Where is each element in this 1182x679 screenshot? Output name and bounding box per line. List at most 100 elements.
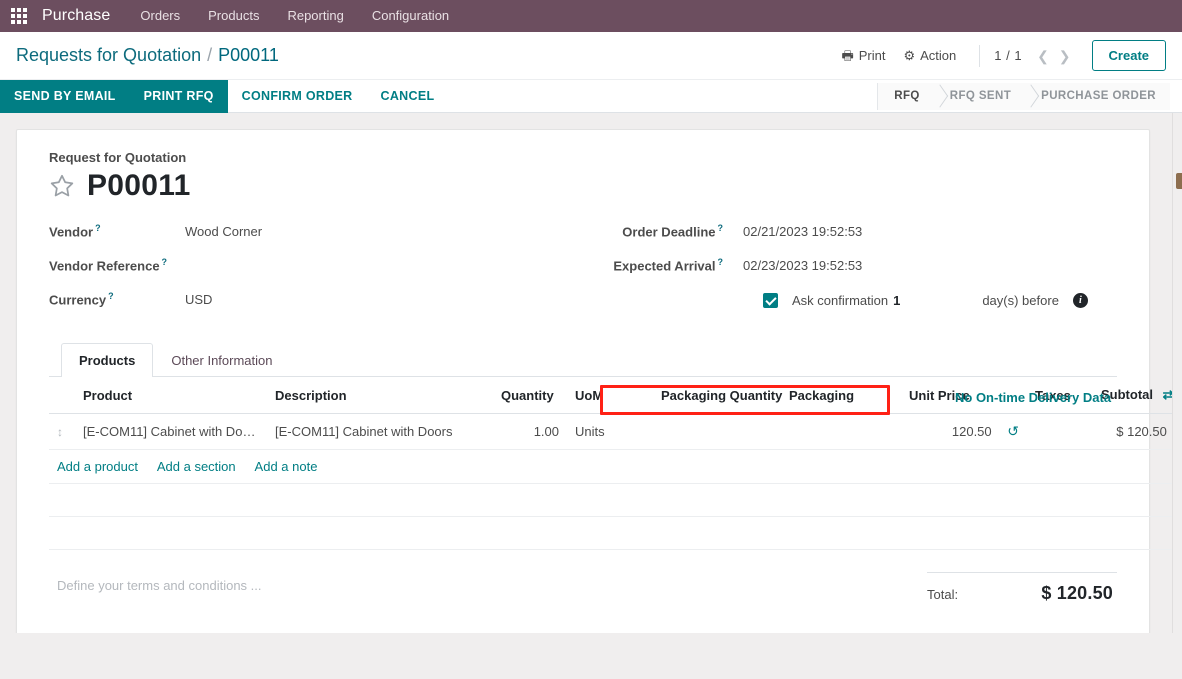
pager-previous-icon[interactable]: ❮: [1032, 49, 1054, 63]
notebook: Products Other Information Product Descr…: [49, 343, 1182, 550]
total-label: Total:: [927, 587, 959, 602]
field-currency: Currency? USD: [49, 291, 599, 325]
total-row: Total: $ 120.50: [927, 581, 1117, 606]
field-expected-arrival-value[interactable]: 02/23/2023 19:52:53: [743, 258, 862, 273]
form-fields-grid: Vendor? Wood Corner Vendor Reference? Cu…: [49, 223, 1117, 325]
tab-other-information[interactable]: Other Information: [153, 343, 290, 377]
field-currency-value[interactable]: USD: [185, 292, 212, 307]
help-icon-vendor[interactable]: ?: [95, 223, 101, 233]
cell-packaging-quantity[interactable]: [653, 413, 781, 450]
field-order-deadline-label: Order Deadline?: [622, 223, 724, 240]
cell-packaging[interactable]: [781, 413, 901, 450]
drag-handle-icon[interactable]: ↕: [49, 413, 75, 450]
col-description[interactable]: Description: [267, 377, 493, 414]
add-a-product-link[interactable]: Add a product: [57, 459, 138, 474]
print-rfq-button[interactable]: PRINT RFQ: [129, 79, 228, 113]
col-product[interactable]: Product: [75, 377, 267, 414]
form-left-column: Vendor? Wood Corner Vendor Reference? Cu…: [49, 223, 599, 325]
page-title: P00011: [87, 169, 191, 202]
add-a-section-link[interactable]: Add a section: [157, 459, 236, 474]
nav-menu-products[interactable]: Products: [194, 0, 273, 32]
nav-menu-reporting[interactable]: Reporting: [273, 0, 357, 32]
ask-confirmation-days-value[interactable]: 1: [893, 293, 900, 308]
tab-products[interactable]: Products: [61, 343, 154, 377]
add-links-cell: Add a product Add a section Add a note: [49, 449, 1182, 484]
form-right-column: Order Deadline? 02/21/2023 19:52:53 Expe…: [599, 223, 1117, 325]
cell-subtotal: $ 120.50 🗑: [1093, 413, 1182, 450]
print-button[interactable]: 🖶 Print: [832, 44, 894, 67]
field-order-deadline-value[interactable]: 02/21/2023 19:52:53: [743, 224, 862, 239]
breadcrumb-separator: /: [207, 45, 213, 65]
field-vendor-label: Vendor?: [49, 223, 101, 240]
ask-confirmation-label[interactable]: Ask confirmation: [792, 293, 888, 308]
pager-next-icon[interactable]: ❯: [1054, 49, 1076, 63]
nav-menu-configuration[interactable]: Configuration: [358, 0, 463, 32]
printer-icon: 🖶: [841, 48, 854, 63]
gear-icon: ⚙: [903, 48, 916, 63]
cell-quantity[interactable]: 1.00: [493, 413, 567, 450]
total-amount: $ 120.50: [1041, 583, 1113, 603]
cell-product[interactable]: [E-COM11] Cabinet with Doors: [75, 413, 267, 450]
page-bottom-area: [0, 633, 1182, 673]
record-sheet: Request for Quotation P00011 Vendor? Woo…: [16, 129, 1182, 647]
chatter-strip: [1172, 113, 1182, 673]
cancel-button[interactable]: CANCEL: [367, 80, 449, 113]
add-links-row: Add a product Add a section Add a note: [49, 449, 1182, 484]
breadcrumb-parent-link[interactable]: Requests for Quotation: [16, 45, 201, 66]
create-button[interactable]: Create: [1091, 40, 1166, 71]
col-uom[interactable]: UoM: [567, 377, 653, 414]
confirm-order-button[interactable]: CONFIRM ORDER: [228, 80, 367, 113]
field-order-deadline: Order Deadline? 02/21/2023 19:52:53: [613, 223, 1117, 257]
cell-taxes[interactable]: [1027, 413, 1093, 450]
cell-unit-price[interactable]: 120.50 ↺: [901, 413, 1027, 450]
pager: 1 / 1 ❮ ❯: [994, 48, 1075, 63]
form-view-container: Request for Quotation P00011 Vendor? Woo…: [0, 113, 1182, 673]
totals-block: Total: $ 120.50: [927, 572, 1117, 606]
field-vendor-reference-label: Vendor Reference?: [49, 257, 168, 274]
col-packaging[interactable]: Packaging: [781, 377, 901, 414]
avatar[interactable]: [1176, 173, 1182, 189]
help-icon-vendor-reference[interactable]: ?: [162, 257, 168, 267]
history-icon[interactable]: ↺: [1007, 423, 1019, 440]
help-icon-expected-arrival[interactable]: ?: [718, 257, 724, 267]
sheet-footer: Define your terms and conditions ... Tot…: [49, 572, 1117, 606]
cell-uom[interactable]: Units: [567, 413, 653, 450]
status-stage-rfq-sent[interactable]: RFQ SENT: [933, 82, 1026, 110]
nav-menu-orders[interactable]: Orders: [126, 0, 194, 32]
help-icon-order-deadline[interactable]: ?: [718, 223, 724, 233]
col-quantity[interactable]: Quantity: [493, 377, 567, 414]
info-circle-icon[interactable]: i: [1072, 293, 1088, 308]
on-time-delivery-status[interactable]: No On-time Delivery Data: [955, 390, 1111, 405]
print-label: Print: [858, 48, 886, 63]
star-outline-icon[interactable]: [49, 173, 75, 199]
app-brand-purchase[interactable]: Purchase: [38, 7, 126, 25]
breadcrumb: Requests for Quotation / P00011: [16, 45, 279, 66]
control-panel: Requests for Quotation / P00011 🖶 Print …: [0, 32, 1182, 113]
table-row[interactable]: ↕ [E-COM11] Cabinet with Doors [E-COM11]…: [49, 413, 1182, 450]
apps-grid-icon[interactable]: [6, 3, 32, 29]
add-a-note-link[interactable]: Add a note: [255, 459, 318, 474]
totals-separator: [927, 572, 1117, 573]
status-stage-purchase-order[interactable]: PURCHASE ORDER: [1025, 82, 1170, 110]
top-navbar: Purchase Orders Products Reporting Confi…: [0, 0, 1182, 32]
table-empty-row: [49, 516, 1182, 550]
field-vendor-value[interactable]: Wood Corner: [185, 224, 262, 239]
terms-and-conditions-input[interactable]: Define your terms and conditions ...: [49, 572, 270, 599]
pager-value: 1 / 1: [994, 48, 1023, 63]
notebook-tabs: Products Other Information: [49, 343, 1117, 377]
col-packaging-quantity[interactable]: Packaging Quantity: [653, 377, 782, 414]
table-empty-row: [49, 483, 1182, 517]
statusbar-buttons: SEND BY EMAIL PRINT RFQ CONFIRM ORDER CA…: [0, 79, 449, 113]
ask-confirmation-checkbox[interactable]: [763, 293, 778, 308]
field-expected-arrival-label: Expected Arrival?: [613, 257, 724, 274]
form-subtitle: Request for Quotation: [49, 150, 187, 165]
send-by-email-button[interactable]: SEND BY EMAIL: [0, 79, 130, 113]
ask-confirmation-suffix: day(s) before: [982, 293, 1059, 308]
action-button[interactable]: ⚙ Action: [894, 44, 965, 67]
ask-confirmation-row: Ask confirmation 1 day(s) before i: [613, 293, 1117, 308]
status-stage-rfq[interactable]: RFQ: [877, 82, 934, 110]
breadcrumb-current: P00011: [218, 45, 279, 65]
help-icon-currency[interactable]: ?: [108, 291, 114, 301]
cell-description[interactable]: [E-COM11] Cabinet with Doors: [267, 413, 493, 450]
cell-unit-price-value: 120.50: [951, 424, 992, 439]
